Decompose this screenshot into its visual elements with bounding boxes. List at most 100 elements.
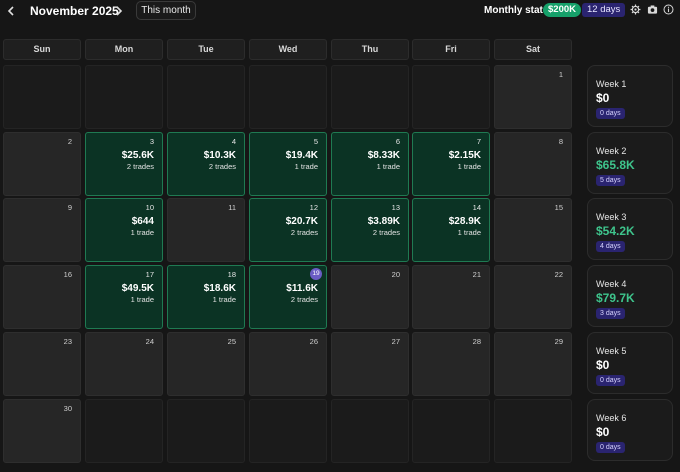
week-label: Week 3 (596, 212, 627, 222)
day-pnl: $25.6K (121, 150, 154, 161)
week-days-badge: 4 days (596, 241, 625, 252)
day-cell-10[interactable]: 10 $644 1 trade (85, 198, 163, 262)
monthly-days-badge: 12 days (582, 3, 626, 17)
day-number: 26 (309, 337, 318, 346)
day-number: 18 (227, 270, 236, 279)
day-number: 4 (231, 137, 236, 146)
day-cell-5[interactable]: 5 $19.4K 1 trade (249, 132, 327, 196)
day-number: 24 (145, 337, 154, 346)
day-cell-21[interactable]: 21 (412, 265, 490, 329)
week-summary-card[interactable]: Week 5 $0 0 days (587, 332, 673, 394)
day-pnl: $19.4K (285, 150, 318, 161)
day-cell-empty (331, 399, 409, 463)
day-pnl: $10.3K (203, 150, 236, 161)
week-pnl: $0 (596, 358, 610, 372)
weekday-header-mon: Mon (85, 39, 163, 60)
day-number: 30 (63, 404, 72, 413)
day-number: 22 (554, 270, 563, 279)
day-number: 17 (145, 270, 154, 279)
day-number: 29 (554, 337, 563, 346)
info-icon[interactable] (663, 4, 674, 15)
day-cell-15[interactable]: 15 (494, 198, 572, 262)
weekday-header-sat: Sat (494, 39, 572, 60)
day-cell-24[interactable]: 24 (85, 332, 163, 396)
day-pnl: $20.7K (285, 216, 318, 227)
week-summary-card[interactable]: Week 6 $0 0 days (587, 399, 673, 461)
this-month-button[interactable]: This month (136, 1, 196, 20)
monthly-stats-label: Monthly stats: (484, 5, 552, 16)
day-cell-18[interactable]: 18 $18.6K 1 trade (167, 265, 245, 329)
week-pnl: $54.2K (596, 224, 635, 238)
day-cell-12[interactable]: 12 $20.7K 2 trades (249, 198, 327, 262)
weekday-header-fri: Fri (412, 39, 490, 60)
day-cell-29[interactable]: 29 (494, 332, 572, 396)
day-cell-30[interactable]: 30 (3, 399, 81, 463)
weekday-header-thu: Thu (331, 39, 409, 60)
day-number: 9 (67, 203, 72, 212)
day-number: 28 (472, 337, 481, 346)
day-pnl: $8.33K (367, 150, 400, 161)
day-number: 14 (472, 203, 481, 212)
day-cell-28[interactable]: 28 (412, 332, 490, 396)
week-summary-card[interactable]: Week 2 $65.8K 5 days (587, 132, 673, 194)
week-summary-card[interactable]: Week 1 $0 0 days (587, 65, 673, 127)
day-cell-22[interactable]: 22 (494, 265, 572, 329)
day-number: 6 (395, 137, 400, 146)
day-cell-7[interactable]: 7 $2.15K 1 trade (412, 132, 490, 196)
day-cell-3[interactable]: 3 $25.6K 2 trades (85, 132, 163, 196)
day-number: 10 (145, 203, 154, 212)
day-cell-26[interactable]: 26 (249, 332, 327, 396)
gear-icon[interactable] (630, 4, 641, 15)
day-cell-4[interactable]: 4 $10.3K 2 trades (167, 132, 245, 196)
day-cell-27[interactable]: 27 (331, 332, 409, 396)
day-cell-20[interactable]: 20 (331, 265, 409, 329)
day-pnl: $2.15K (448, 150, 481, 161)
day-number: 11 (228, 203, 236, 212)
day-cell-16[interactable]: 16 (3, 265, 81, 329)
week-days-badge: 3 days (596, 308, 625, 319)
day-number: 20 (391, 270, 400, 279)
day-pnl: $644 (131, 216, 154, 227)
chevron-right-icon[interactable] (112, 4, 126, 18)
camera-icon[interactable] (647, 4, 658, 15)
day-pnl: $18.6K (203, 283, 236, 294)
day-cell-25[interactable]: 25 (167, 332, 245, 396)
day-cell-23[interactable]: 23 (3, 332, 81, 396)
day-cell-6[interactable]: 6 $8.33K 1 trade (331, 132, 409, 196)
day-pnl: $49.5K (121, 283, 154, 294)
day-cell-17[interactable]: 17 $49.5K 1 trade (85, 265, 163, 329)
day-trade-count: 1 trade (212, 295, 236, 304)
monthly-pnl-badge: $200K (543, 3, 581, 17)
day-cell-14[interactable]: 14 $28.9K 1 trade (412, 198, 490, 262)
day-cell-1[interactable]: 1 (494, 65, 572, 129)
week-pnl: $0 (596, 91, 610, 105)
day-cell-empty (412, 65, 490, 129)
weekday-header-tue: Tue (167, 39, 245, 60)
day-cell-2[interactable]: 2 (3, 132, 81, 196)
day-cell-11[interactable]: 11 (167, 198, 245, 262)
day-cell-19[interactable]: 19 $11.6K 2 trades (249, 265, 327, 329)
day-number: 1 (558, 70, 563, 79)
day-cell-empty (167, 399, 245, 463)
day-cell-empty (331, 65, 409, 129)
day-cell-8[interactable]: 8 (494, 132, 572, 196)
day-cell-empty (412, 399, 490, 463)
day-pnl: $28.9K (448, 216, 481, 227)
day-cell-13[interactable]: 13 $3.89K 2 trades (331, 198, 409, 262)
day-cell-9[interactable]: 9 (3, 198, 81, 262)
day-trade-count: 2 trades (208, 162, 236, 171)
week-days-badge: 5 days (596, 175, 625, 186)
today-day-number: 19 (310, 268, 322, 280)
day-trade-count: 2 trades (290, 228, 318, 237)
chevron-left-icon[interactable] (4, 4, 18, 18)
day-number: 21 (472, 270, 481, 279)
day-number: 15 (554, 203, 563, 212)
day-number: 5 (313, 137, 318, 146)
day-number: 23 (63, 337, 72, 346)
week-summary-card[interactable]: Week 3 $54.2K 4 days (587, 198, 673, 260)
week-pnl: $65.8K (596, 158, 635, 172)
week-days-badge: 0 days (596, 442, 625, 453)
day-trade-count: 2 trades (126, 162, 154, 171)
week-summary-card[interactable]: Week 4 $79.7K 3 days (587, 265, 673, 327)
day-trade-count: 2 trades (372, 228, 400, 237)
